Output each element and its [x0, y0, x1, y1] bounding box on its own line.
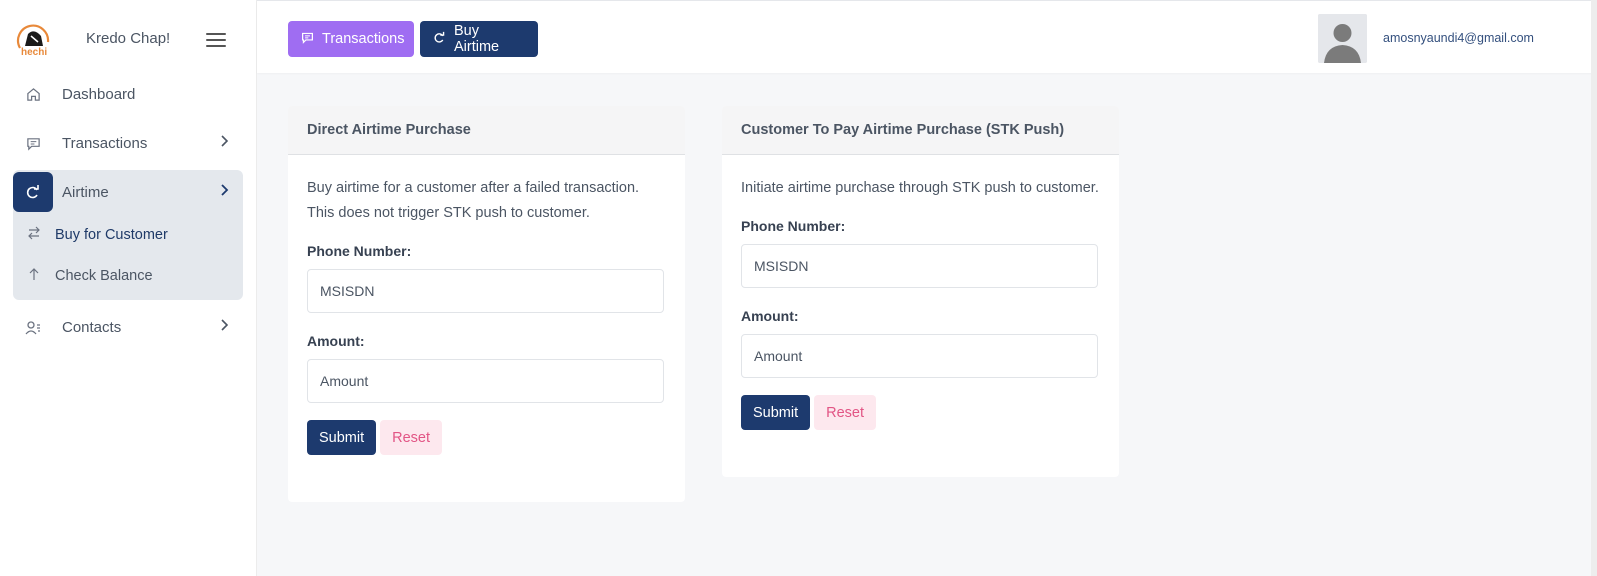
reset-button[interactable]: Reset: [814, 395, 877, 430]
stk-push-airtime-card: Customer To Pay Airtime Purchase (STK Pu…: [722, 106, 1119, 477]
redo-icon: [13, 172, 53, 212]
reset-button[interactable]: Reset: [380, 420, 443, 455]
sidebar-subitem-label: Check Balance: [55, 267, 153, 284]
sidebar-item-label: Transactions: [62, 134, 148, 152]
phone-number-label: Phone Number:: [741, 218, 846, 234]
card-description: Initiate airtime purchase through STK pu…: [741, 180, 1099, 196]
sidebar-group-airtime: Airtime Buy for Customer Check Balance: [13, 170, 243, 300]
phone-number-label: Phone Number:: [307, 243, 412, 259]
submit-button[interactable]: Submit: [307, 420, 377, 455]
topbar: Transactions Buy Airtime amosnyaundi4@gm…: [257, 0, 1597, 73]
chevron-right-icon: [219, 318, 229, 337]
avatar[interactable]: [1318, 14, 1367, 63]
message-icon: [301, 31, 314, 47]
chevron-right-icon: [219, 183, 229, 202]
sidebar-item-dashboard[interactable]: Dashboard: [13, 72, 243, 116]
sidebar-subitem-check-balance[interactable]: Check Balance: [13, 255, 243, 296]
user-list-icon: [25, 319, 41, 335]
sidebar-item-label: Dashboard: [62, 85, 136, 103]
sidebar-subitem-buy-for-customer[interactable]: Buy for Customer: [13, 214, 243, 255]
chevron-right-icon: [219, 134, 229, 153]
sidebar-item-contacts[interactable]: Contacts: [13, 305, 243, 349]
sidebar-item-airtime[interactable]: Airtime: [13, 170, 243, 214]
message-icon: [25, 135, 41, 151]
brand-name: Kredo Chap!: [86, 29, 171, 47]
sidebar-subitem-label: Buy for Customer: [55, 226, 168, 243]
menu-toggle-icon[interactable]: [206, 30, 226, 48]
phone-number-input[interactable]: [307, 269, 664, 313]
scrollbar[interactable]: [1591, 0, 1597, 576]
transactions-button-label: Transactions: [322, 31, 405, 47]
transactions-button[interactable]: Transactions: [288, 21, 414, 57]
amount-input[interactable]: [307, 359, 664, 403]
phone-number-input[interactable]: [741, 244, 1098, 288]
user-email[interactable]: amosnyaundi4@gmail.com: [1383, 31, 1534, 45]
submit-button[interactable]: Submit: [741, 395, 811, 430]
amount-label: Amount:: [741, 308, 799, 324]
sidebar-item-label: Airtime: [62, 183, 109, 201]
amount-input[interactable]: [741, 334, 1098, 378]
buy-airtime-button-label: Buy Airtime: [454, 23, 500, 55]
logo-text: hechi: [21, 47, 48, 58]
redo-icon: [433, 31, 446, 47]
home-icon: [25, 86, 41, 102]
sidebar-nav: Dashboard Transactions Airtime Buy for C…: [13, 72, 243, 354]
sidebar: hechi Kredo Chap! Dashboard Transactions: [0, 0, 257, 576]
logo: hechi: [16, 16, 52, 60]
amount-label: Amount:: [307, 333, 365, 349]
card-description: Buy airtime for a customer after a faile…: [307, 180, 640, 221]
arrow-up-icon: [27, 267, 41, 284]
swap-icon: [27, 226, 41, 243]
direct-airtime-card: Direct Airtime Purchase Buy airtime for …: [288, 106, 685, 502]
sidebar-item-label: Contacts: [62, 318, 122, 336]
card-title: Direct Airtime Purchase: [288, 106, 685, 155]
card-title: Customer To Pay Airtime Purchase (STK Pu…: [722, 106, 1119, 155]
buy-airtime-button[interactable]: Buy Airtime: [420, 21, 538, 57]
sidebar-item-transactions[interactable]: Transactions: [13, 121, 243, 165]
